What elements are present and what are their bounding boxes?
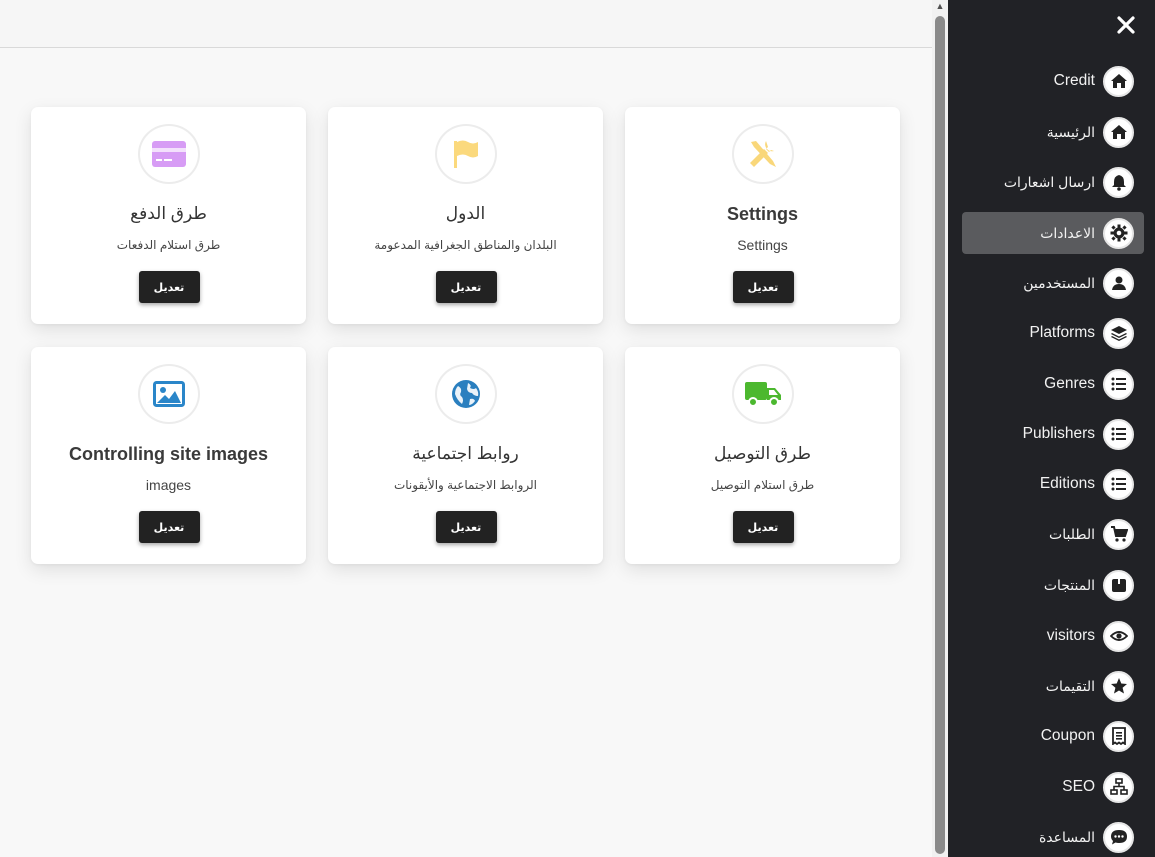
sidebar-item-users[interactable]: المستخدمين: [962, 262, 1144, 304]
bell-icon: [1103, 166, 1134, 198]
sidebar-item-ratings[interactable]: التقيمات: [962, 665, 1144, 707]
sidebar-item-label: Genres: [1044, 375, 1095, 392]
sidebar-item-label: Editions: [1039, 475, 1095, 492]
card-site-images: Controlling site images images تعديل: [31, 347, 306, 564]
sidebar-item-label: Publishers: [1022, 425, 1095, 442]
user-icon: [1103, 267, 1134, 299]
card-title: طرق الدفع: [130, 204, 207, 223]
card-countries: الدول البلدان والمناطق الجغرافية المدعوم…: [328, 107, 603, 324]
sidebar-item-visitors[interactable]: visitors: [962, 615, 1144, 657]
card-title: طرق التوصيل: [713, 444, 812, 463]
sidebar-item-platforms[interactable]: Platforms: [962, 312, 1144, 354]
sidebar-item-seo[interactable]: SEO: [962, 766, 1144, 808]
scrollbar-thumb[interactable]: [935, 16, 945, 854]
card-payment-methods: طرق الدفع طرق استلام الدفعات تعديل: [31, 107, 306, 324]
card-social-links: روابط اجتماعية الروابط الاجتماعية والأيق…: [328, 347, 603, 564]
card-title: Settings: [726, 204, 798, 224]
sidebar-item-help[interactable]: المساعدة: [962, 816, 1144, 857]
card-title: Controlling site images: [68, 444, 269, 464]
flag-icon: [434, 124, 497, 184]
layers-icon: [1103, 317, 1134, 349]
scroll-up-arrow-icon[interactable]: ▲: [935, 0, 945, 12]
sidebar-item-publishers[interactable]: Publishers: [962, 413, 1144, 455]
gear-icon: [1103, 217, 1134, 249]
sidebar-item-label: المساعدة: [1038, 828, 1095, 845]
sitemap-icon: [1103, 771, 1134, 803]
edit-button[interactable]: تعديل: [435, 271, 497, 303]
tools-icon: [731, 124, 794, 184]
list-icon: [1103, 468, 1134, 500]
globe-icon: [434, 364, 497, 424]
chat-icon: [1103, 821, 1134, 853]
close-icon[interactable]: [1115, 14, 1137, 36]
card-subtitle: الروابط الاجتماعية والأيقونات: [393, 478, 538, 492]
card-subtitle: Settings: [737, 237, 788, 253]
sidebar-item-coupon[interactable]: Coupon: [962, 715, 1144, 757]
sidebar-item-notifications[interactable]: ارسال اشعارات: [962, 161, 1144, 203]
sidebar-item-home[interactable]: الرئيسية: [962, 111, 1144, 153]
box-icon: [1103, 569, 1134, 601]
sidebar-item-label: Platforms: [1029, 324, 1095, 341]
card-subtitle: طرق استلام الدفعات: [116, 238, 221, 252]
sidebar: Credit الرئيسية ارسال اشعارات الاعدادات: [948, 0, 1155, 857]
top-bar: [0, 0, 932, 48]
card-subtitle: البلدان والمناطق الجغرافية المدعومة: [374, 238, 557, 252]
sidebar-item-label: الطلبات: [1049, 525, 1095, 542]
truck-icon: [731, 364, 794, 424]
card-delivery-methods: طرق التوصيل طرق استلام التوصيل تعديل: [625, 347, 900, 564]
sidebar-item-label: المنتجات: [1043, 576, 1095, 593]
card-title: روابط اجتماعية: [412, 444, 519, 463]
sidebar-item-label: ارسال اشعارات: [1003, 173, 1095, 190]
sidebar-item-label: Credit: [1053, 72, 1095, 89]
sidebar-item-settings[interactable]: الاعدادات: [962, 212, 1144, 254]
main-content: Settings Settings تعديل الدول البلدان وا…: [0, 0, 932, 857]
card-subtitle: طرق استلام التوصيل: [710, 478, 815, 492]
sidebar-item-label: Coupon: [1040, 727, 1095, 744]
card-settings: Settings Settings تعديل: [625, 107, 900, 324]
home-icon: [1103, 65, 1134, 97]
sidebar-item-label: الرئيسية: [1046, 123, 1095, 140]
edit-button[interactable]: تعديل: [732, 511, 794, 543]
sidebar-item-label: SEO: [1062, 778, 1095, 795]
edit-button[interactable]: تعديل: [138, 271, 200, 303]
star-icon: [1103, 670, 1134, 702]
sidebar-item-genres[interactable]: Genres: [962, 363, 1144, 405]
image-icon: [137, 364, 200, 424]
credit-card-icon: [137, 124, 200, 184]
sidebar-item-label: التقيمات: [1045, 677, 1095, 694]
card-subtitle: images: [145, 477, 192, 493]
sidebar-item-label: visitors: [1046, 627, 1095, 644]
sidebar-item-editions[interactable]: Editions: [962, 463, 1144, 505]
sidebar-item-label: المستخدمين: [1023, 274, 1095, 291]
sidebar-item-orders[interactable]: الطلبات: [962, 513, 1144, 555]
home-icon: [1103, 116, 1134, 148]
edit-button[interactable]: تعديل: [435, 511, 497, 543]
receipt-icon: [1103, 720, 1134, 752]
sidebar-item-label: الاعدادات: [1040, 224, 1095, 241]
list-icon: [1103, 418, 1134, 450]
eye-icon: [1103, 620, 1134, 652]
card-title: الدول: [445, 204, 486, 223]
sidebar-item-products[interactable]: المنتجات: [962, 564, 1144, 606]
edit-button[interactable]: تعديل: [138, 511, 200, 543]
edit-button[interactable]: تعديل: [732, 271, 794, 303]
list-icon: [1103, 368, 1134, 400]
sidebar-item-credit[interactable]: Credit: [962, 60, 1144, 102]
cart-icon: [1103, 518, 1134, 550]
